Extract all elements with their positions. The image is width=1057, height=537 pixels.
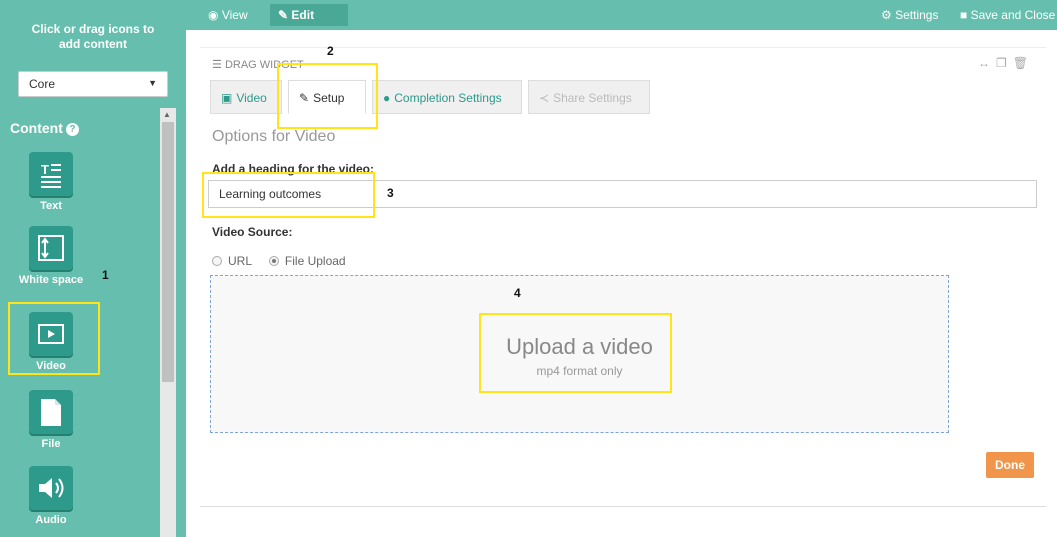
text-icon: T xyxy=(29,152,73,196)
drag-icon: ☰ xyxy=(212,59,222,71)
share-icon: ≺ xyxy=(539,91,550,105)
audio-icon xyxy=(29,466,73,510)
move-icon[interactable]: ↔ xyxy=(978,56,996,70)
view-label: View xyxy=(221,8,248,22)
sidebar-item-label: Audio xyxy=(35,514,67,526)
copy-icon[interactable]: ❐ xyxy=(996,56,1013,70)
annotation-number: 2 xyxy=(327,44,334,58)
tab-completion-settings[interactable]: ● Completion Settings xyxy=(372,80,522,114)
sidebar-item-audio[interactable]: Audio xyxy=(16,466,86,526)
settings-button[interactable]: ⚙ Settings xyxy=(881,8,938,22)
sidebar-item-label: White space xyxy=(18,274,84,286)
tab-share-settings[interactable]: ≺ Share Settings xyxy=(528,80,650,114)
sidebar-item-label: Text xyxy=(40,200,62,212)
gears-icon: ⚙ xyxy=(881,8,892,22)
save-close-button[interactable]: ■ Save and Close xyxy=(960,8,1055,22)
white-space-icon xyxy=(29,226,73,270)
category-select[interactable]: Core ▼ xyxy=(18,71,168,97)
top-bar: ◉ View ✎ Edit ⚙ Settings ■ Save and Clos… xyxy=(186,0,1057,30)
radio-url[interactable]: URL xyxy=(212,254,252,268)
sidebar-item-text[interactable]: T Text xyxy=(16,152,86,212)
annotation-number: 3 xyxy=(387,186,394,200)
tab-label: Share Settings xyxy=(553,91,632,105)
trash-icon[interactable]: 🗑 xyxy=(1013,56,1034,70)
edit-label: Edit xyxy=(291,8,315,22)
view-button[interactable]: ◉ View xyxy=(200,4,256,26)
radio-file-upload[interactable]: File Upload xyxy=(268,254,346,268)
radio-file-upload-circle[interactable] xyxy=(268,256,279,266)
video-source-label: Video Source: xyxy=(212,225,293,239)
help-icon[interactable]: ? xyxy=(65,123,79,136)
sidebar-item-file[interactable]: File xyxy=(16,390,86,450)
tab-label: Completion Settings xyxy=(394,91,502,105)
options-title: Options for Video xyxy=(212,128,336,145)
annotation-box-setup-tab xyxy=(277,63,378,129)
sidebar-scrollbar[interactable]: ▲ xyxy=(160,108,176,537)
svg-text:T: T xyxy=(41,162,49,177)
video-source-radios: URL File Upload xyxy=(212,254,346,268)
tab-label: Video xyxy=(236,91,267,105)
radio-url-label: URL xyxy=(228,254,252,268)
content-sidebar: Click or drag icons to add content Core … xyxy=(0,0,186,537)
annotation-number: 1 xyxy=(102,268,109,282)
radio-file-label: File Upload xyxy=(284,254,346,268)
caret-down-icon: ▼ xyxy=(148,78,157,88)
widget-controls: ↔❐🗑 xyxy=(978,56,1034,70)
sidebar-item-white-space[interactable]: White space xyxy=(2,226,100,286)
sidebar-item-label: File xyxy=(41,438,61,450)
divider xyxy=(200,506,1046,507)
sidebar-header-line2: add content xyxy=(59,37,127,51)
content-section-title: Content? xyxy=(10,120,79,136)
sidebar-header: Click or drag icons to add content xyxy=(0,22,186,52)
content-title-label: Content xyxy=(10,120,63,136)
radio-url-circle[interactable] xyxy=(212,256,222,266)
scroll-up-icon[interactable]: ▲ xyxy=(163,110,171,119)
tab-video[interactable]: ▣ Video xyxy=(210,80,282,114)
sidebar-header-line1: Click or drag icons to xyxy=(31,22,155,36)
pencil-icon: ✎ xyxy=(278,8,289,22)
scrollbar-thumb[interactable] xyxy=(162,122,174,382)
annotation-number: 4 xyxy=(514,286,521,300)
file-icon xyxy=(29,390,73,434)
edit-button[interactable]: ✎ Edit xyxy=(270,4,348,26)
save-icon: ■ xyxy=(960,8,968,22)
annotation-box-heading-input xyxy=(202,172,375,218)
annotation-box-video-tile xyxy=(8,302,100,375)
video-icon: ▣ xyxy=(221,91,233,105)
annotation-box-upload xyxy=(479,313,672,393)
eye-icon: ◉ xyxy=(208,8,219,22)
category-select-value: Core xyxy=(29,77,56,91)
circle-check-icon: ● xyxy=(383,91,391,105)
save-close-label: Save and Close xyxy=(970,8,1056,22)
done-button[interactable]: Done xyxy=(986,452,1034,478)
page: Click or drag icons to add content Core … xyxy=(0,0,1057,537)
settings-label: Settings xyxy=(895,8,939,22)
